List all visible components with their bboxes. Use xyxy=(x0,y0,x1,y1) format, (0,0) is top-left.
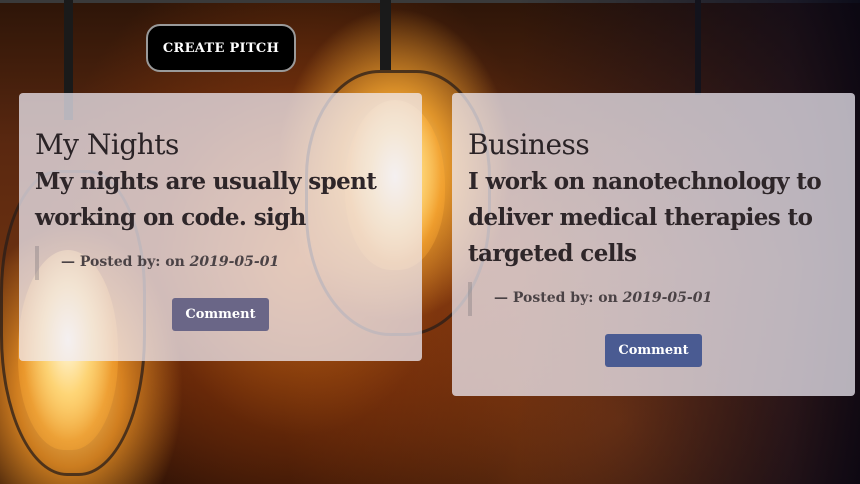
pitch-card: My Nights My nights are usually spent wo… xyxy=(19,93,422,361)
pitch-date: 2019-05-01 xyxy=(622,290,713,306)
comment-button[interactable]: Comment xyxy=(172,298,269,331)
pitch-date: 2019-05-01 xyxy=(189,254,280,270)
posted-by-label: — Posted by: on xyxy=(61,254,185,270)
create-pitch-button[interactable]: CREATE PITCH xyxy=(146,24,296,72)
top-edge xyxy=(0,0,860,3)
pitch-card: Business I work on nanotechnology to del… xyxy=(452,93,855,396)
pitch-category: My Nights xyxy=(35,128,179,161)
pitch-title: I work on nanotechnology to deliver medi… xyxy=(468,168,822,267)
bulb-cord xyxy=(695,0,701,95)
bulb-cord xyxy=(380,0,391,70)
pitch-meta: — Posted by: on 2019-05-01 xyxy=(468,282,839,316)
pitch-category: Business xyxy=(468,128,590,161)
comment-button-wrap: Comment xyxy=(468,334,839,367)
posted-by-label: — Posted by: on xyxy=(494,290,618,306)
pitch-meta: — Posted by: on 2019-05-01 xyxy=(35,246,406,280)
pitch-title: My nights are usually spent working on c… xyxy=(35,168,377,231)
comment-button-wrap: Comment xyxy=(35,298,406,331)
comment-button[interactable]: Comment xyxy=(605,334,702,367)
